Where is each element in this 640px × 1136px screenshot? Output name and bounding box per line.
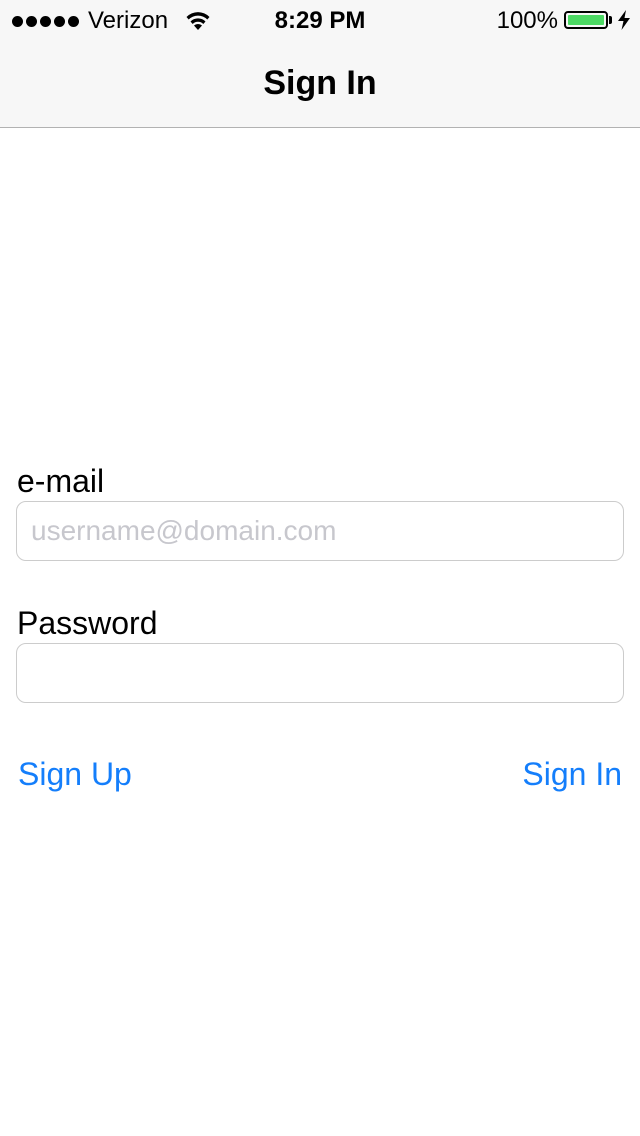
battery-nub (609, 16, 612, 24)
top-bar: Verizon 8:29 PM 100% Sign In (0, 0, 640, 128)
sign-in-button[interactable]: Sign In (522, 754, 622, 794)
battery-fill (568, 15, 604, 25)
battery-percent: 100% (496, 7, 558, 34)
sign-up-button[interactable]: Sign Up (18, 754, 132, 794)
email-label: e-mail (17, 463, 105, 499)
charging-bolt-icon (618, 10, 630, 30)
password-label: Password (17, 605, 158, 641)
status-bar: Verizon 8:29 PM 100% (0, 0, 640, 40)
battery-icon (564, 11, 608, 29)
sign-in-screen: Verizon 8:29 PM 100% Sign In e-mail Pass… (0, 0, 640, 1136)
password-field[interactable] (16, 643, 624, 703)
email-field[interactable] (16, 501, 624, 561)
nav-title: Sign In (263, 64, 377, 102)
